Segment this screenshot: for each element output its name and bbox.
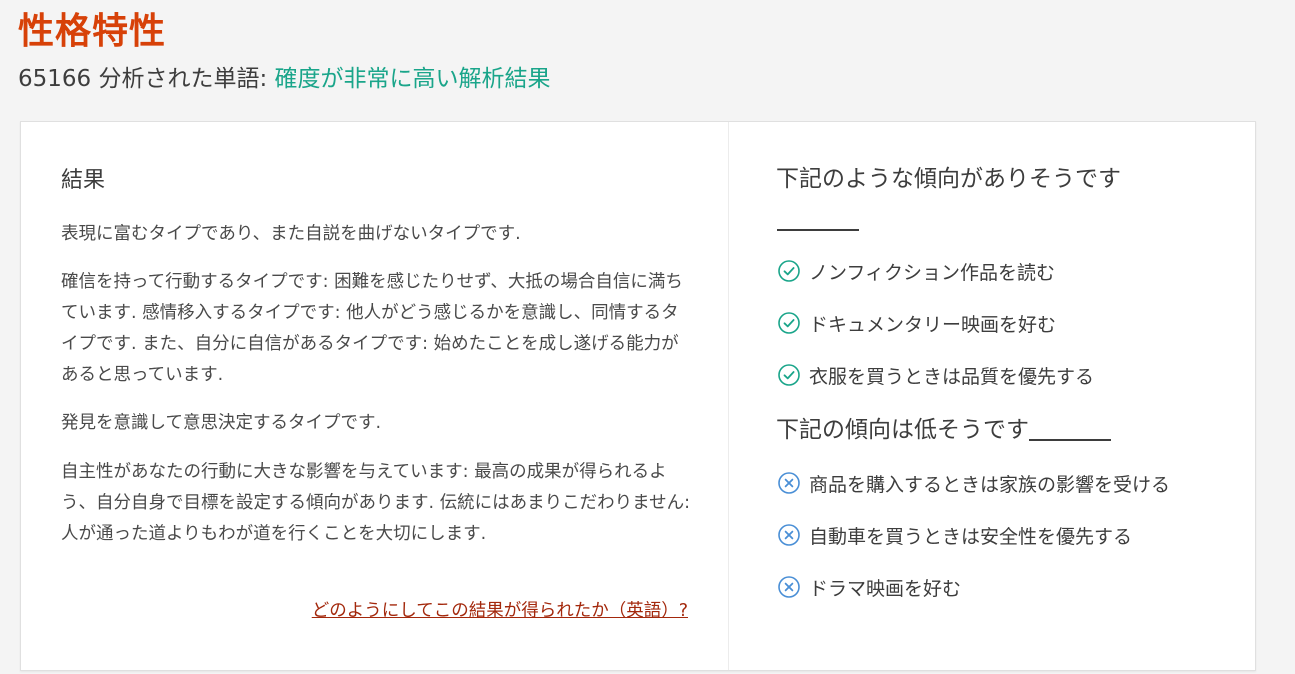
result-paragraph: 確信を持って行動するタイプです: 困難を感じたりせず、大抵の場合自信に満ちていま…: [61, 272, 683, 385]
unlikely-item-label: 商品を購入するときは家族の影響を受ける: [809, 473, 1171, 496]
unlikely-item: 商品を購入するときは家族の影響を受ける: [777, 468, 1170, 498]
check-circle-icon: [778, 312, 800, 334]
unlikely-item-label: ドラマ映画を好む: [809, 577, 962, 600]
result-paragraph: 発見を意識して意思決定するタイプです.: [61, 413, 382, 433]
analyzed-words-label: 分析された単語:: [91, 66, 275, 92]
result-paragraph: 表現に富むタイプであり、また自説を曲げないタイプです.: [61, 224, 521, 244]
x-circle-icon: [778, 524, 800, 546]
unlikely-heading-text: 下記の傾向は低そうです: [776, 417, 1029, 443]
result-panel: 結果 表現に富むタイプであり、また自説を曲げないタイプです. 確信を持って行動す…: [21, 122, 729, 670]
page-title: 性格特性: [18, 11, 167, 52]
confidence-level: 確度が非常に高い解析結果: [274, 66, 551, 92]
check-circle-icon: [778, 364, 800, 386]
heading-underline: [1029, 439, 1111, 441]
tendencies-panel: 下記のような傾向がありそうです ノンフィクション作品を読む ドキュメンタリー映画…: [729, 122, 1255, 670]
likely-item-label: ノンフィクション作品を読む: [809, 261, 1056, 284]
likely-item: ドキュメンタリー映画を好む: [777, 308, 1056, 338]
x-circle-icon: [778, 472, 800, 494]
word-count: 65166: [18, 66, 92, 92]
unlikely-item: 自動車を買うときは安全性を優先する: [777, 520, 1132, 550]
unlikely-heading: 下記の傾向は低そうです: [776, 412, 1111, 448]
x-circle-icon: [778, 576, 800, 598]
analysis-summary: 65166 分析された単語: 確度が非常に高い解析結果: [18, 62, 551, 96]
likely-item: 衣服を買うときは品質を優先する: [777, 360, 1094, 390]
likely-item: ノンフィクション作品を読む: [777, 256, 1055, 286]
likely-item-label: 衣服を買うときは品質を優先する: [809, 365, 1095, 388]
result-paragraph: 自主性があなたの行動に大きな影響を与えています: 最高の成果が得られるよう、自分…: [61, 462, 690, 544]
likely-heading: 下記のような傾向がありそうです: [776, 166, 1121, 192]
check-circle-icon: [778, 260, 800, 282]
how-results-obtained-link[interactable]: どのようにしてこの結果が得られたか（英語）?: [312, 597, 688, 625]
likely-item-label: ドキュメンタリー映画を好む: [809, 313, 1057, 336]
result-heading: 結果: [61, 168, 106, 193]
unlikely-item-label: 自動車を買うときは安全性を優先する: [809, 525, 1133, 548]
unlikely-item: ドラマ映画を好む: [777, 572, 961, 602]
heading-underline: [777, 229, 859, 231]
personality-card: 結果 表現に富むタイプであり、また自説を曲げないタイプです. 確信を持って行動す…: [20, 121, 1256, 671]
